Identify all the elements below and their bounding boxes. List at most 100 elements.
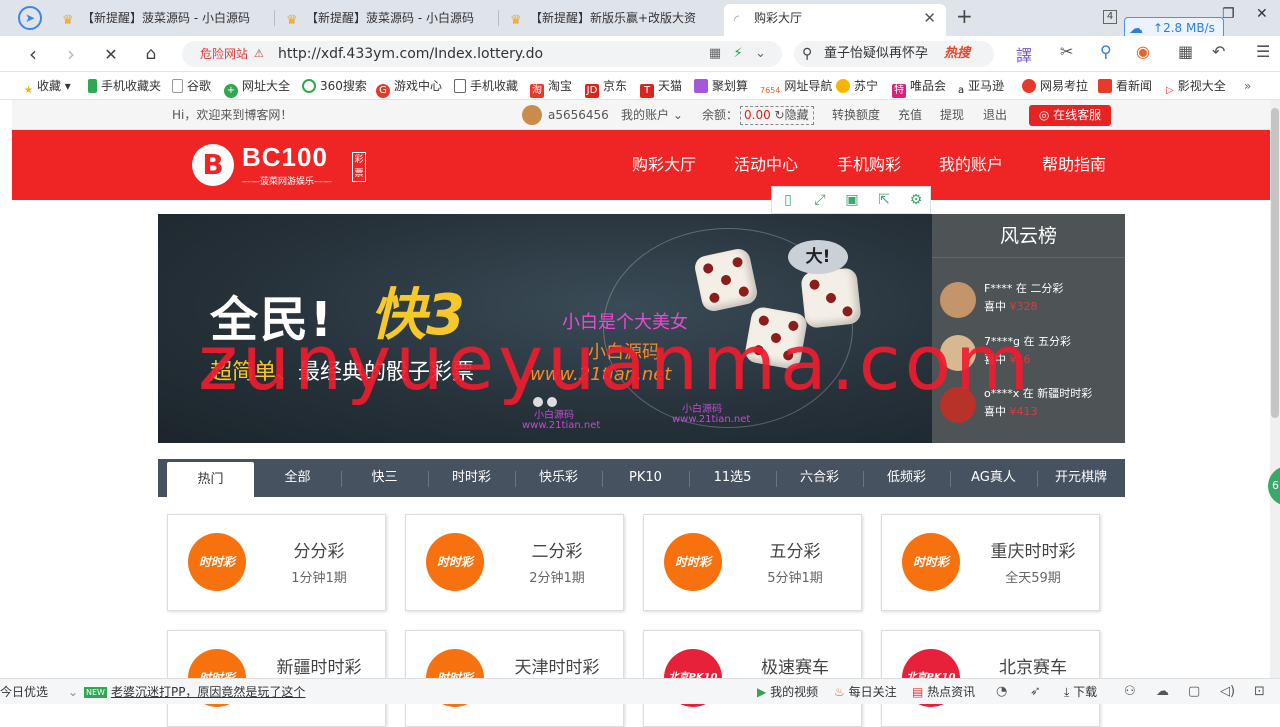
undo-icon[interactable]: ↶ bbox=[1212, 42, 1225, 61]
bookmark-tmall[interactable]: T 天猫 bbox=[640, 73, 682, 99]
tab-2[interactable]: ♛ 【新提醒】菠菜源码 - 小白源码 bbox=[276, 4, 498, 36]
online-service-button[interactable]: ◎ 在线客服 bbox=[1029, 105, 1111, 126]
nav-my-account[interactable]: 我的账户 bbox=[939, 130, 1003, 200]
save-icon[interactable]: ▣ bbox=[843, 191, 861, 209]
close-tab-icon[interactable]: ✕ bbox=[923, 4, 936, 32]
volume-icon[interactable]: ◁) bbox=[1220, 679, 1235, 705]
tab-pk10[interactable]: PK10 bbox=[602, 459, 689, 497]
nav-lottery-hall[interactable]: 购彩大厅 bbox=[632, 130, 696, 200]
bookmark-mobile-favorites[interactable]: 手机收藏夹 bbox=[88, 73, 161, 99]
game-card[interactable]: 时时彩 重庆时时彩 全天59期 bbox=[881, 514, 1100, 611]
my-account-dropdown[interactable]: 我的账户 ⌄ bbox=[621, 100, 683, 130]
bookmark-game-center[interactable]: G 游戏中心 bbox=[376, 73, 442, 99]
page-scrollbar[interactable] bbox=[1270, 100, 1280, 678]
tab-3[interactable]: ♛ 【新提醒】新版乐赢+改版大资 bbox=[500, 4, 722, 36]
bookmark-vip[interactable]: 特唯品会 bbox=[892, 73, 946, 99]
search-box[interactable]: ⚲ 童子怡疑似再怀孕 热搜 bbox=[794, 41, 994, 67]
tab-k3[interactable]: 快三 bbox=[341, 459, 428, 497]
search-suggestion[interactable]: 童子怡疑似再怀孕 bbox=[824, 41, 928, 67]
tab-1[interactable]: ♛ 【新提醒】菠菜源码 - 小白源码 bbox=[52, 4, 274, 36]
more-bookmarks-icon[interactable]: » bbox=[1244, 73, 1251, 99]
fullscreen-icon[interactable]: ⤢ bbox=[811, 191, 829, 209]
game-card[interactable]: 时时彩 五分彩 5分钟1期 bbox=[643, 514, 862, 611]
withdraw-link[interactable]: 提现 bbox=[940, 100, 964, 130]
bookmark-google[interactable]: 谷歌 bbox=[172, 73, 211, 99]
danger-site-label[interactable]: 危险网站 bbox=[200, 41, 248, 67]
tab-kaiyuan-chess[interactable]: 开元棋牌 bbox=[1037, 459, 1125, 497]
logout-link[interactable]: 退出 bbox=[983, 100, 1007, 130]
my-videos[interactable]: ▶ 我的视频 bbox=[757, 679, 818, 705]
daily-picks-link[interactable]: 今日优选 bbox=[0, 679, 48, 705]
bookmark-news[interactable]: 看新闻 bbox=[1098, 73, 1152, 99]
tab-ssc[interactable]: 时时彩 bbox=[428, 459, 515, 497]
forward-icon[interactable]: › bbox=[60, 42, 82, 66]
menu-icon[interactable]: ☰ bbox=[1256, 42, 1270, 61]
bookmark-360-search[interactable]: 360搜索 bbox=[302, 73, 367, 99]
cloud-sync-icon[interactable]: ☁ bbox=[1156, 679, 1169, 705]
speed-icon[interactable]: ◔ bbox=[996, 679, 1007, 705]
bookmark-video[interactable]: ▷ 影视大全 bbox=[1166, 73, 1226, 99]
close-window-icon[interactable]: ✕ bbox=[1256, 6, 1268, 22]
game-card[interactable]: 时时彩 二分彩 2分钟1期 bbox=[405, 514, 624, 611]
tab-happy[interactable]: 快乐彩 bbox=[515, 459, 602, 497]
scrollbar-thumb[interactable] bbox=[1271, 108, 1279, 418]
tab-mark-six[interactable]: 六合彩 bbox=[776, 459, 863, 497]
scissors-icon[interactable]: ✂ bbox=[1060, 42, 1073, 61]
logo-icon[interactable]: B bbox=[192, 144, 234, 186]
deposit-link[interactable]: 充值 bbox=[898, 100, 922, 130]
daily-follow[interactable]: ♨ 每日关注 bbox=[834, 679, 897, 705]
game-card[interactable]: 时时彩 分分彩 1分钟1期 bbox=[167, 514, 386, 611]
tab-low-freq[interactable]: 低频彩 bbox=[863, 459, 950, 497]
bookmark-favorites[interactable]: ★ 收藏 ▾ bbox=[24, 73, 71, 99]
url-text[interactable]: http://xdf.433ym.com/Index.lottery.do bbox=[278, 41, 543, 67]
hide-balance-button[interactable]: 隐藏 bbox=[785, 108, 809, 122]
bookmark-url-nav[interactable]: 7654 网址导航 bbox=[760, 73, 832, 99]
new-tab-button[interactable]: + bbox=[956, 4, 973, 28]
tab-count-badge[interactable]: 4 bbox=[1103, 10, 1117, 24]
home-icon[interactable]: ⌂ bbox=[140, 44, 162, 64]
settings-icon[interactable]: ⚙ bbox=[907, 191, 925, 209]
bookmark-mobile-collection[interactable]: 手机收藏 bbox=[454, 73, 518, 99]
rocket-icon[interactable]: ➶ bbox=[1030, 679, 1041, 705]
avatar[interactable] bbox=[522, 105, 542, 125]
tab-hot[interactable]: 热门 bbox=[167, 462, 254, 497]
game-controller-icon[interactable]: ◉ bbox=[1136, 42, 1150, 61]
vpn-icon[interactable]: ⚇ bbox=[1124, 679, 1136, 705]
tab-all[interactable]: 全部 bbox=[254, 459, 341, 497]
restore-window-icon[interactable]: ❐ bbox=[1222, 6, 1235, 22]
bookmark-juhuasuan[interactable]: 聚划算 bbox=[694, 73, 748, 99]
chevron-down-icon[interactable]: ⌄ bbox=[755, 46, 766, 61]
bookmark-url-directory[interactable]: + 网址大全 bbox=[224, 73, 290, 99]
transfer-limit-link[interactable]: 转换额度 bbox=[832, 100, 880, 130]
bookmark-jd[interactable]: JD 京东 bbox=[585, 73, 627, 99]
url-bar[interactable]: 危险网站 ⚠ http://xdf.433ym.com/Index.lotter… bbox=[182, 41, 782, 67]
chevron-double-down-icon[interactable]: ⌄ bbox=[68, 679, 78, 705]
bookmark-suning[interactable]: 苏宁 bbox=[836, 73, 878, 99]
tab-11x5[interactable]: 11选5 bbox=[689, 459, 776, 497]
tab-ag-live[interactable]: AG真人 bbox=[950, 459, 1037, 497]
search-extension-icon[interactable]: ⚲ bbox=[1100, 42, 1112, 61]
hot-news[interactable]: ▤ 热点资讯 bbox=[912, 679, 975, 705]
qr-code-icon[interactable]: ▦ bbox=[709, 46, 721, 61]
bookmark-icon[interactable]: ▯ bbox=[779, 191, 797, 209]
grid-apps-icon[interactable]: ▦ bbox=[1178, 42, 1193, 61]
bookmark-kaola[interactable]: 网易考拉 bbox=[1022, 73, 1088, 99]
window-icon[interactable]: ▢ bbox=[1188, 679, 1200, 705]
zoom-icon[interactable]: ⊡ bbox=[1254, 679, 1265, 705]
username[interactable]: a5656456 bbox=[548, 100, 609, 130]
back-icon[interactable]: ‹ bbox=[22, 42, 44, 66]
downloads[interactable]: ⤓ 下载 bbox=[1064, 679, 1097, 705]
browser-menu-icon[interactable]: ➤ bbox=[18, 6, 42, 30]
nav-help-guide[interactable]: 帮助指南 bbox=[1042, 130, 1106, 200]
refresh-icon[interactable]: ↻ bbox=[775, 108, 785, 122]
tab-active[interactable]: ◜ 购彩大厅 ✕ bbox=[724, 4, 946, 36]
hot-search-badge[interactable]: 热搜 bbox=[944, 41, 970, 67]
speed-mode-icon[interactable]: ⚡ bbox=[734, 46, 743, 61]
bookmark-amazon[interactable]: a 亚马逊 bbox=[958, 73, 1004, 99]
stop-icon[interactable]: ✕ bbox=[100, 45, 122, 64]
logo-name[interactable]: BC100 bbox=[242, 142, 328, 173]
share-icon[interactable]: ⇱ bbox=[875, 191, 893, 209]
translate-icon[interactable]: 譯 bbox=[1016, 42, 1032, 66]
bookmark-taobao[interactable]: 淘淘宝 bbox=[530, 73, 572, 99]
news-ticker[interactable]: NEW 老婆沉迷打PP，原因竟然是玩了这个 bbox=[84, 679, 305, 705]
